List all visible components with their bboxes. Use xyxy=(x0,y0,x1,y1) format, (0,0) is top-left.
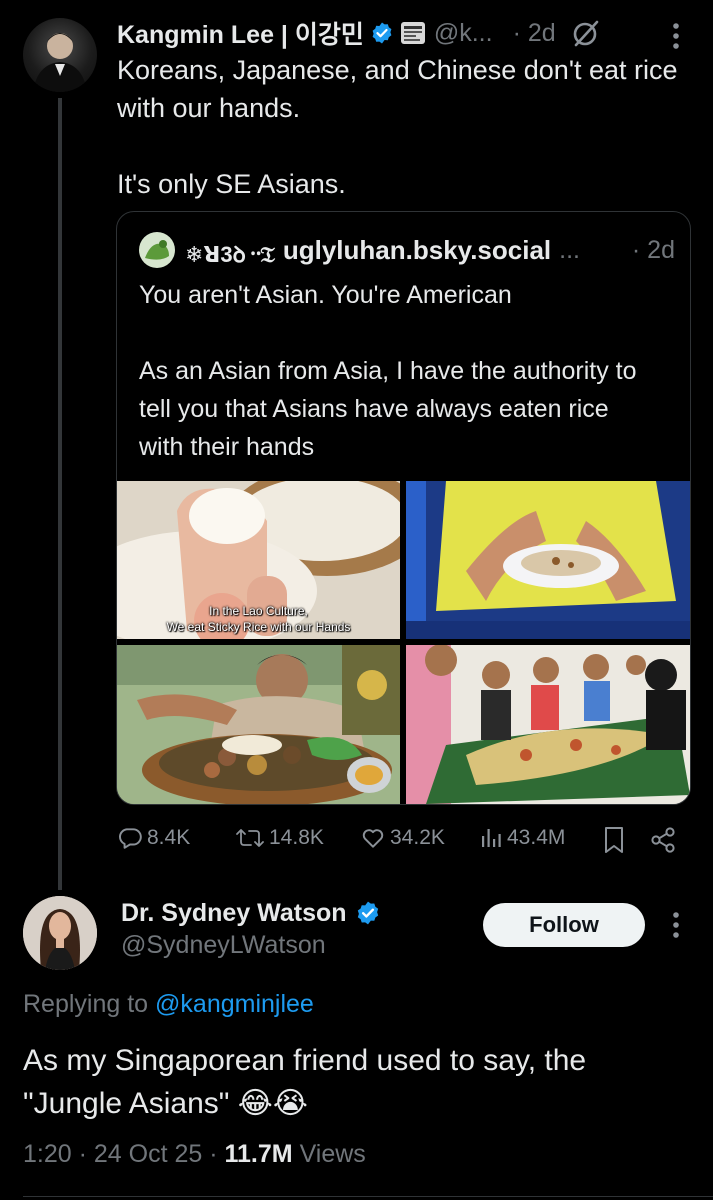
views-chart-icon xyxy=(482,829,501,847)
quoted-avatar xyxy=(139,232,175,268)
reply-meta-line: 1:20 · 24 Oct 25 · 11.7M Views xyxy=(23,1140,366,1169)
quoted-display-name: ❄ꓤ3ꝺ᠃𝔗 xyxy=(185,242,275,267)
thread-line xyxy=(58,98,62,890)
quoted-handle: uglyluhan.bsky.social xyxy=(282,234,552,265)
quoted-tweet-card[interactable]: ❄ꓤ3ꝺ᠃𝔗 uglyluhan.bsky.social ... · 2d Yo… xyxy=(116,211,691,805)
repost-count: 14.8K xyxy=(269,826,324,849)
media-sticky-rice[interactable]: In the Lao Culture, We eat Sticky Rice w… xyxy=(117,481,400,639)
reply-handle[interactable]: @SydneyLWatson xyxy=(121,931,326,960)
reply-icon xyxy=(119,828,142,849)
boodle-fight-image xyxy=(406,645,690,804)
media-vegetable-plate[interactable] xyxy=(117,645,400,804)
reply-timestamp[interactable]: 1:20 · 24 Oct 25 · xyxy=(23,1140,218,1168)
quoted-avatar-image xyxy=(145,240,169,260)
quoted-ellipsis: ... xyxy=(559,235,580,264)
share-icon[interactable] xyxy=(649,826,677,854)
quoted-tweet-text: You aren't Asian. You're American As an … xyxy=(139,281,637,461)
views-count: 43.4M xyxy=(507,826,566,849)
sydney-avatar[interactable] xyxy=(23,896,97,970)
media-boodle-fight[interactable] xyxy=(406,645,690,804)
reply-views-label: Views xyxy=(299,1140,366,1168)
like-count: 34.2K xyxy=(390,826,445,849)
kangmin-avatar-image xyxy=(33,33,87,92)
reply-action[interactable]: 8.4K xyxy=(117,825,190,851)
quoted-header: ❄ꓤ3ꝺ᠃𝔗 uglyluhan.bsky.social ... · 2d xyxy=(185,232,675,268)
main-author-name[interactable]: Kangmin Lee | 이강민 xyxy=(117,15,364,51)
media-caption: In the Lao Culture, We eat Sticky Rice w… xyxy=(166,604,351,634)
quoted-time: · 2d xyxy=(631,235,675,264)
replying-to-line: Replying to @kangminjlee xyxy=(23,990,314,1019)
grok-icon[interactable] xyxy=(570,17,602,49)
verified-badge-icon xyxy=(357,901,378,925)
repost-action[interactable]: 14.8K xyxy=(235,825,324,851)
views-action[interactable]: 43.4M xyxy=(479,825,565,851)
repost-icon xyxy=(236,829,264,847)
reply-tweet-text: As my Singaporean friend used to say, th… xyxy=(23,1044,587,1120)
vegetable-plate-image xyxy=(117,645,400,804)
reply-more-options-icon[interactable] xyxy=(671,911,681,939)
verified-badge-icon xyxy=(372,22,392,44)
replying-to-link[interactable]: @kangminjlee xyxy=(155,990,314,1018)
more-options-icon[interactable] xyxy=(671,22,681,50)
quoted-media-grid[interactable]: In the Lao Culture, We eat Sticky Rice w… xyxy=(117,481,690,804)
main-tweet-actions: 8.4K 14.8K 34.2K 43.4M xyxy=(117,822,679,856)
bookmark-icon[interactable] xyxy=(603,826,625,854)
main-tweet-text: Koreans, Japanese, and Chinese don't eat… xyxy=(117,55,678,199)
affiliate-badge-icon xyxy=(400,22,425,44)
main-time[interactable]: · 2d xyxy=(513,19,556,48)
reply-header-name-row: Dr. Sydney Watson xyxy=(121,897,381,929)
bottom-divider xyxy=(23,1196,713,1197)
reply-author-name[interactable]: Dr. Sydney Watson xyxy=(121,899,347,928)
reply-views-count: 11.7M xyxy=(224,1140,293,1168)
eating-plate-image xyxy=(406,481,690,639)
media-eating-plate[interactable] xyxy=(406,481,690,639)
kangmin-avatar[interactable] xyxy=(23,18,97,92)
sydney-avatar-image xyxy=(23,896,97,970)
like-action[interactable]: 34.2K xyxy=(360,825,445,851)
follow-button[interactable]: Follow xyxy=(483,903,645,947)
heart-icon xyxy=(362,829,384,848)
main-handle[interactable]: @k... xyxy=(434,19,493,48)
replying-to-label: Replying to xyxy=(23,990,149,1018)
main-tweet-header: Kangmin Lee | 이강민 @k... · 2d xyxy=(117,16,602,50)
reply-count: 8.4K xyxy=(147,826,191,849)
